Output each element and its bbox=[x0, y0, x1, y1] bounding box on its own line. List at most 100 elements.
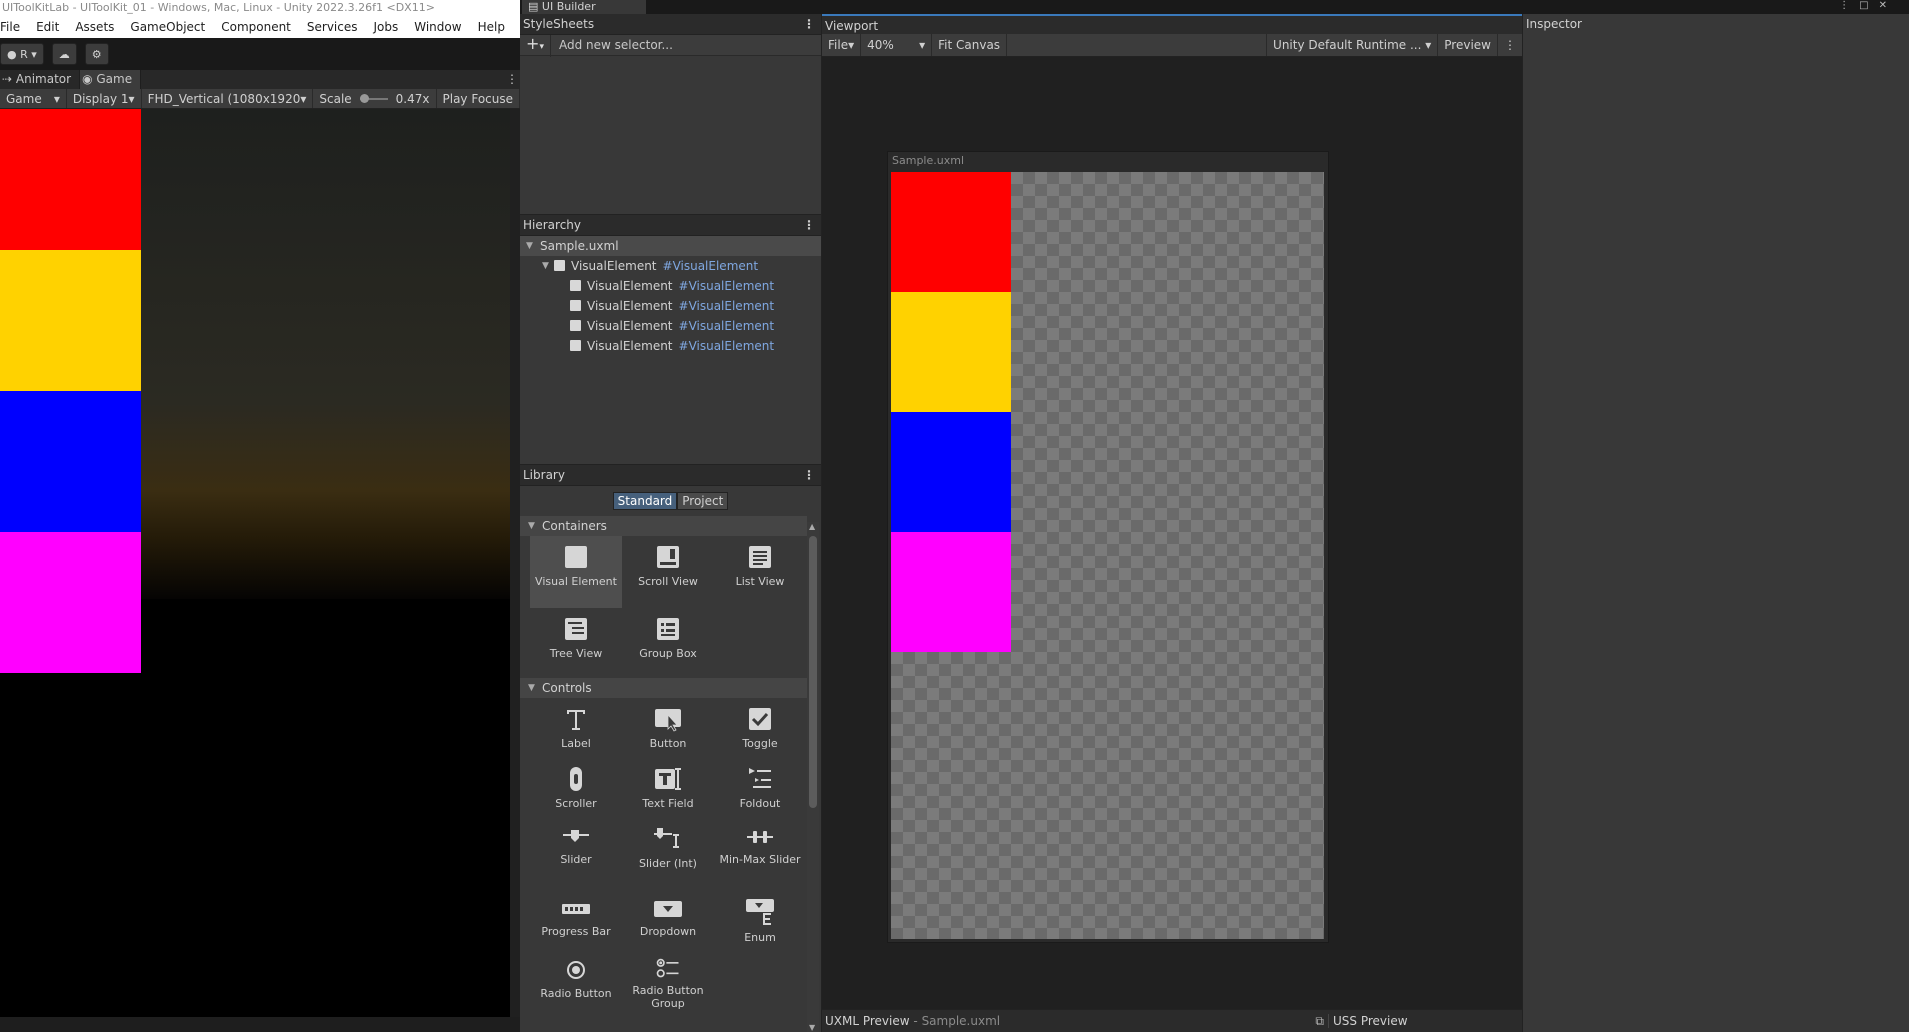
stylesheets-more-icon[interactable]: ⋮ bbox=[803, 14, 815, 34]
scroll-up-icon[interactable]: ▲ bbox=[809, 522, 815, 531]
hierarchy-element-selector: #VisualElement bbox=[678, 319, 775, 333]
containers-section-header[interactable]: ▼ Containers bbox=[520, 516, 807, 536]
add-stylesheet-button[interactable]: +▾ bbox=[520, 33, 551, 57]
expand-arrow-icon[interactable]: ▼ bbox=[542, 256, 549, 276]
library-item-list-view[interactable]: List View bbox=[714, 536, 806, 608]
preview-button[interactable]: Preview bbox=[1438, 34, 1498, 56]
hierarchy-child-row[interactable]: VisualElement #VisualElement bbox=[520, 276, 821, 296]
uss-preview-tab[interactable]: USS Preview bbox=[1328, 1014, 1408, 1028]
close-icon[interactable]: ✕ bbox=[1879, 0, 1897, 11]
scale-slider[interactable] bbox=[359, 93, 388, 103]
canvas-block-yellow[interactable] bbox=[891, 292, 1011, 412]
zoom-dropdown[interactable]: 40% ▾ bbox=[861, 34, 933, 56]
canvas-element-stack bbox=[891, 172, 1011, 652]
hierarchy-child-row[interactable]: VisualElement #VisualElement bbox=[520, 316, 821, 336]
uxml-preview-tab[interactable]: UXML Preview - Sample.uxml ⧉ bbox=[822, 1014, 1328, 1028]
group-box-icon bbox=[657, 618, 679, 640]
library-item-scroll-view[interactable]: Scroll View bbox=[622, 536, 714, 608]
viewport-file-menu[interactable]: File▾ bbox=[822, 34, 862, 56]
canvas-block-red[interactable] bbox=[891, 172, 1011, 292]
library-item-button[interactable]: Button bbox=[622, 698, 714, 758]
menu-component[interactable]: Component bbox=[221, 16, 291, 38]
library-item-radio-button-group[interactable]: Radio Button Group bbox=[622, 950, 714, 1010]
library-item-visual-element[interactable]: Visual Element bbox=[530, 536, 622, 608]
library-item-enum[interactable]: Enum bbox=[714, 890, 806, 950]
open-external-icon[interactable]: ⧉ bbox=[1315, 1014, 1324, 1029]
play-focused-dropdown[interactable]: Play Focuse bbox=[437, 89, 520, 108]
dropdown-icon bbox=[654, 901, 682, 917]
game-mode-dropdown[interactable]: Game ▾ bbox=[0, 89, 67, 108]
hierarchy-panel: Hierarchy ⋮ ▼ Sample.uxml ▼ VisualElement… bbox=[520, 214, 821, 464]
add-selector-input[interactable]: Add new selector... bbox=[559, 38, 673, 52]
hierarchy-child-row[interactable]: VisualElement #VisualElement bbox=[520, 296, 821, 316]
hierarchy-child-row[interactable]: VisualElement #VisualElement bbox=[520, 336, 821, 356]
library-item-label-control[interactable]: Label bbox=[530, 698, 622, 758]
library-item-text-field[interactable]: Text Field bbox=[622, 758, 714, 818]
theme-dropdown[interactable]: Unity Default Runtime ... ▾ bbox=[1266, 34, 1439, 56]
scale-label: Scale bbox=[319, 91, 352, 106]
tab-project[interactable]: Project bbox=[677, 492, 729, 510]
library-item-min-max-slider[interactable]: Min-Max Slider bbox=[714, 818, 806, 890]
ui-builder-icon: ▤ bbox=[528, 0, 539, 13]
library-item-toggle[interactable]: Toggle bbox=[714, 698, 806, 758]
tab-standard[interactable]: Standard bbox=[612, 492, 678, 510]
library-item-group-box[interactable]: Group Box bbox=[622, 608, 714, 668]
menu-assets[interactable]: Assets bbox=[75, 16, 114, 38]
viewport-more-icon[interactable]: ⋮ bbox=[1498, 34, 1522, 56]
slider-icon bbox=[563, 830, 589, 842]
account-button[interactable]: ● R ▾ bbox=[0, 43, 44, 65]
collab-button[interactable]: ⚙ bbox=[84, 43, 109, 65]
controls-section-header[interactable]: ▼ Controls bbox=[520, 678, 807, 698]
library-item-progress-bar[interactable]: Progress Bar bbox=[530, 890, 622, 950]
theme-label: Unity Default Runtime ... bbox=[1273, 38, 1422, 52]
menu-gameobject[interactable]: GameObject bbox=[130, 16, 205, 38]
menu-window[interactable]: Window bbox=[414, 16, 461, 38]
ui-builder-window-tab[interactable]: ▤ UI Builder bbox=[522, 0, 646, 14]
library-more-icon[interactable]: ⋮ bbox=[803, 465, 815, 485]
cloud-button[interactable]: ☁ bbox=[51, 43, 77, 65]
hierarchy-parent-row[interactable]: ▼ VisualElement #VisualElement bbox=[520, 256, 821, 276]
menu-edit[interactable]: Edit bbox=[36, 16, 59, 38]
list-view-icon bbox=[749, 546, 771, 568]
library-item-foldout[interactable]: Foldout bbox=[714, 758, 806, 818]
tab-game[interactable]: ◉ Game bbox=[80, 70, 142, 89]
label-icon bbox=[567, 710, 585, 730]
menu-jobs[interactable]: Jobs bbox=[374, 16, 399, 38]
resolution-dropdown[interactable]: FHD_Vertical (1080x1920 ▾ bbox=[142, 89, 314, 108]
scale-slider-handle[interactable] bbox=[359, 93, 369, 103]
menu-help[interactable]: Help bbox=[478, 16, 505, 38]
canvas-block-magenta[interactable] bbox=[891, 532, 1011, 652]
library-item-label: Group Box bbox=[639, 647, 697, 660]
library-item-radio-button[interactable]: Radio Button bbox=[530, 950, 622, 1010]
expand-arrow-icon[interactable]: ▼ bbox=[526, 236, 533, 256]
library-item-label: Slider bbox=[560, 853, 592, 866]
viewport-toolbar: File▾ 40% ▾ Fit Canvas Unity Default Runt… bbox=[822, 34, 1522, 57]
ui-builder-titlebar bbox=[520, 0, 1909, 14]
menu-services[interactable]: Services bbox=[307, 16, 358, 38]
library-item-slider[interactable]: Slider bbox=[530, 818, 622, 878]
canvas-block-blue[interactable] bbox=[891, 412, 1011, 532]
display-dropdown[interactable]: Display 1 ▾ bbox=[67, 89, 142, 108]
game-more-icon[interactable]: ⋮ bbox=[506, 70, 518, 89]
more-icon[interactable]: ⋮ bbox=[1839, 0, 1859, 11]
maximize-icon[interactable]: □ bbox=[1859, 0, 1878, 11]
canvas[interactable] bbox=[891, 172, 1324, 939]
hierarchy-root-row[interactable]: ▼ Sample.uxml bbox=[520, 236, 821, 256]
viewport-title: Viewport bbox=[825, 19, 879, 33]
menu-file[interactable]: File bbox=[0, 16, 20, 38]
containers-section-label: Containers bbox=[542, 519, 607, 533]
library-item-label: Radio Button Group bbox=[632, 984, 704, 1010]
element-icon bbox=[570, 340, 581, 351]
library-item-scroller[interactable]: Scroller bbox=[530, 758, 622, 818]
library-item-label: Progress Bar bbox=[541, 925, 611, 938]
library-scrollbar[interactable]: ▲ ▼ bbox=[807, 522, 819, 1032]
game-view-controls: Game ▾ Display 1 ▾ FHD_Vertical (1080x1920… bbox=[0, 89, 520, 109]
scroll-down-icon[interactable]: ▼ bbox=[809, 1023, 815, 1032]
hierarchy-more-icon[interactable]: ⋮ bbox=[803, 215, 815, 235]
fit-canvas-button[interactable]: Fit Canvas bbox=[932, 34, 1008, 56]
library-scrollbar-thumb[interactable] bbox=[809, 536, 817, 808]
tab-animator[interactable]: ⇢ Animator bbox=[0, 70, 81, 89]
library-item-tree-view[interactable]: Tree View bbox=[530, 608, 622, 668]
library-item-dropdown[interactable]: Dropdown bbox=[622, 890, 714, 950]
library-item-slider-int[interactable]: Slider (Int) bbox=[622, 818, 714, 878]
